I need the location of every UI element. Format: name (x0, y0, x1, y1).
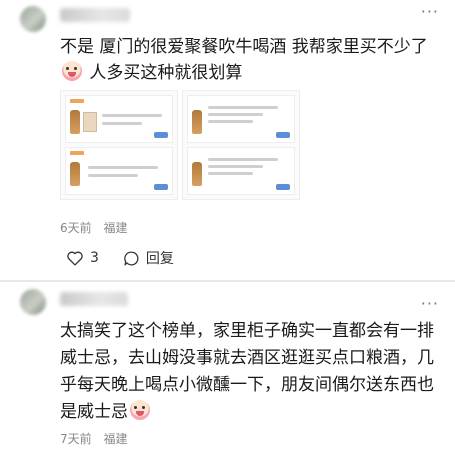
comment-text-line1: 不是 厦门的很爱聚餐吹牛喝酒 我帮家里买不少了 (60, 37, 428, 57)
username-blurred[interactable] (60, 8, 130, 22)
comment-item: ··· 太搞笑了这个榜单，家里柜子确实一直都会有一排威士忌，去山姆没事就去酒区逛… (0, 282, 455, 454)
comment-text-body: 太搞笑了这个榜单，家里柜子确实一直都会有一排威士忌，去山姆没事就去酒区逛逛买点口… (60, 321, 434, 422)
product-listing-thumbnail (187, 95, 295, 143)
comment-item: ··· 不是 厦门的很爱聚餐吹牛喝酒 我帮家里买不少了 人多买这种就很划算 6天… (0, 0, 455, 280)
avatar[interactable] (20, 289, 46, 315)
product-listing-thumbnail (65, 95, 173, 143)
like-count: 3 (90, 250, 99, 266)
comment-image[interactable] (182, 90, 300, 200)
comment-time: 7天前 (60, 432, 92, 446)
ellipsis-icon[interactable]: ··· (421, 296, 439, 312)
reply-button[interactable]: 回复 (123, 248, 174, 268)
comment-text-line2: 人多买这种就很划算 (89, 63, 243, 83)
speech-bubble-icon (124, 250, 139, 266)
username-blurred[interactable] (60, 292, 128, 306)
heart-icon (67, 251, 83, 266)
crying-laugh-emoji-icon (130, 400, 150, 420)
avatar[interactable] (20, 6, 46, 32)
comment-image[interactable] (60, 90, 178, 200)
like-button[interactable]: 3 (66, 250, 99, 266)
reply-label: 回复 (145, 251, 174, 267)
comment-meta: 6天前 福建 (60, 219, 127, 236)
comment-images (60, 90, 300, 200)
ellipsis-icon[interactable]: ··· (421, 4, 439, 20)
product-listing-thumbnail (65, 147, 173, 195)
comment-actions: 3 回复 (66, 248, 198, 268)
crying-laugh-emoji-icon (62, 61, 82, 81)
comment-meta: 7天前 福建 (60, 430, 127, 447)
product-listing-thumbnail (187, 147, 295, 195)
comment-location: 福建 (103, 221, 128, 235)
comment-time: 6天前 (60, 221, 92, 235)
comment-location: 福建 (103, 432, 128, 446)
comment-text: 太搞笑了这个榜单，家里柜子确实一直都会有一排威士忌，去山姆没事就去酒区逛逛买点口… (60, 318, 440, 426)
comment-text: 不是 厦门的很爱聚餐吹牛喝酒 我帮家里买不少了 人多买这种就很划算 (60, 34, 440, 86)
